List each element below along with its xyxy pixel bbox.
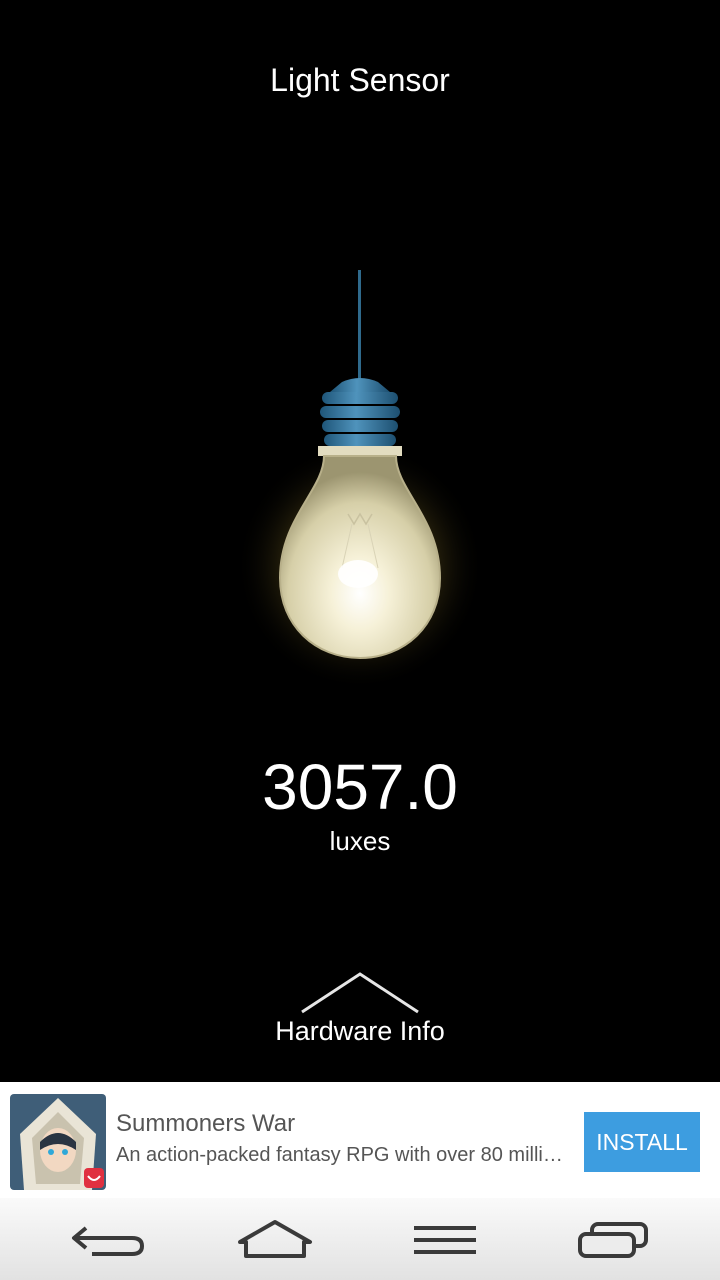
ad-banner[interactable]: Summoners War An action-packed fantasy R… xyxy=(0,1082,720,1198)
back-icon xyxy=(72,1226,145,1256)
back-button[interactable] xyxy=(62,1214,152,1264)
hardware-info-toggle[interactable]: Hardware Info xyxy=(240,968,480,1064)
navigation-bar xyxy=(0,1198,720,1280)
game-app-icon[interactable] xyxy=(10,1094,106,1190)
ad-description: An action-packed fantasy RPG with over 8… xyxy=(116,1144,571,1166)
home-icon xyxy=(238,1220,312,1258)
lux-reading: 3057.0 xyxy=(262,751,458,823)
chevron-up-icon xyxy=(301,972,419,1014)
recent-apps-button[interactable] xyxy=(568,1214,658,1264)
recent-apps-icon xyxy=(578,1222,648,1258)
light-bulb-icon xyxy=(230,268,490,698)
home-button[interactable] xyxy=(230,1214,320,1264)
lux-unit: luxes xyxy=(329,826,391,856)
install-button[interactable]: INSTALL xyxy=(584,1112,700,1172)
app-title: Light Sensor xyxy=(270,62,450,98)
hardware-info-label: Hardware Info xyxy=(275,1016,445,1046)
menu-icon xyxy=(414,1226,476,1254)
ad-title[interactable]: Summoners War xyxy=(116,1110,295,1138)
menu-button[interactable] xyxy=(400,1214,490,1264)
screen: Light Sensor 3057.0 luxes Hardware Info … xyxy=(0,0,720,1280)
